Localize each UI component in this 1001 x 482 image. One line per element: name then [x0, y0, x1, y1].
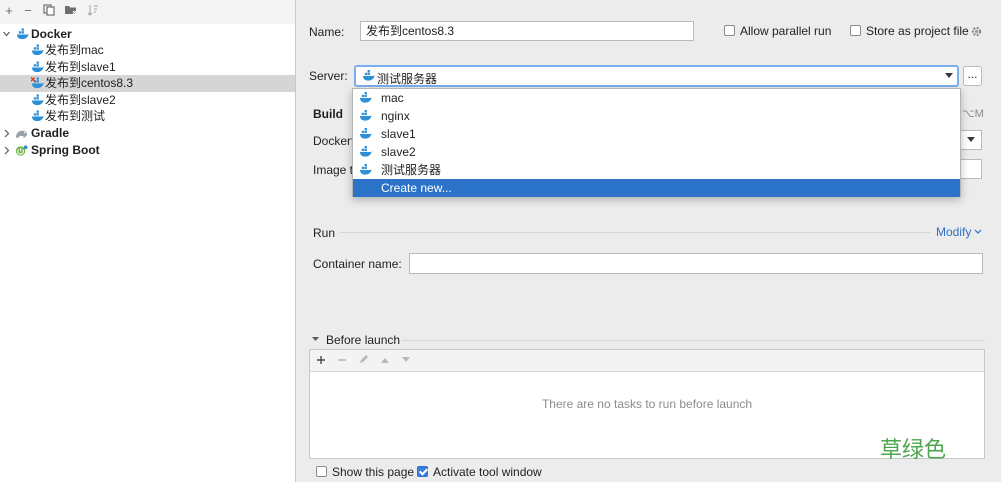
tree-item-publish-mac[interactable]: 发布到mac	[0, 42, 295, 59]
docker-icon	[359, 146, 372, 157]
move-down-icon[interactable]	[401, 356, 411, 364]
dropdown-item-label: 测试服务器	[381, 163, 442, 177]
tree-item-publish-test[interactable]: 发布到测试	[0, 108, 295, 125]
before-launch-toolbar	[310, 350, 984, 372]
docker-icon	[31, 110, 44, 122]
name-value: 发布到centos8.3	[366, 24, 455, 38]
copy-icon[interactable]	[42, 4, 56, 18]
dropdown-item-mac[interactable]: mac	[353, 89, 960, 107]
move-up-icon[interactable]	[380, 356, 390, 364]
add-icon[interactable]: +	[2, 4, 16, 18]
dropdown-item-label: mac	[381, 91, 404, 105]
dropdown-item-nginx[interactable]: nginx	[353, 107, 960, 125]
activate-window-label[interactable]: Activate tool window	[433, 465, 542, 479]
name-label: Name:	[309, 25, 345, 39]
server-combobox[interactable]: 测试服务器	[354, 65, 959, 87]
server-dropdown-list: mac nginx slave1 slave2 测试服务器 Create new…	[352, 88, 961, 197]
configurations-panel: + − Docker 发布到mac 发布到slave1 发布到centos8.3…	[0, 0, 296, 482]
dropdown-item-label: nginx	[381, 109, 410, 123]
docker-error-icon	[31, 77, 44, 89]
tree-label: Spring Boot	[31, 143, 100, 157]
docker-icon	[359, 92, 372, 103]
docker-icon	[31, 44, 44, 56]
collapse-arrow-icon[interactable]	[311, 335, 320, 343]
tree-label: Gradle	[31, 126, 70, 140]
chevron-down-icon[interactable]	[1, 26, 11, 43]
tree-item-publish-slave2[interactable]: 发布到slave2	[0, 92, 295, 109]
edit-icon[interactable]	[358, 354, 369, 365]
watermark-text: 草绿色	[880, 438, 947, 463]
before-launch-separator	[402, 340, 985, 341]
tree-label: 发布到测试	[45, 109, 106, 123]
server-browse-button[interactable]: ...	[963, 66, 982, 86]
tree-label: 发布到mac	[45, 43, 104, 57]
sort-icon[interactable]	[86, 4, 100, 18]
modify-shortcut: ⌥M	[962, 108, 984, 120]
tree-label: 发布到slave2	[45, 93, 116, 107]
store-project-label[interactable]: Store as project file	[866, 24, 969, 38]
no-tasks-message: There are no tasks to run before launch	[541, 397, 753, 411]
remove-icon[interactable]: −	[21, 4, 35, 18]
folder-icon[interactable]	[64, 4, 78, 18]
docker-icon	[359, 110, 372, 121]
dockerfile-dropdown-button[interactable]	[960, 130, 982, 150]
remove-icon[interactable]	[337, 355, 347, 365]
add-icon[interactable]	[316, 355, 326, 365]
build-section-title: Build	[313, 107, 343, 121]
show-page-checkbox[interactable]	[316, 466, 327, 477]
dropdown-item-slave1[interactable]: slave1	[353, 125, 960, 143]
docker-icon	[359, 128, 372, 139]
dropdown-item-label: slave2	[381, 145, 416, 159]
modify-link[interactable]: Modify	[936, 225, 971, 239]
server-label: Server:	[309, 69, 348, 83]
container-name-field[interactable]	[409, 253, 983, 274]
tree-label: Docker	[31, 27, 72, 41]
docker-icon	[16, 28, 29, 40]
tree-label: 发布到slave1	[45, 60, 116, 74]
tree-gradle-group[interactable]: Gradle	[0, 125, 295, 142]
dropdown-arrow-icon[interactable]	[945, 73, 953, 79]
store-project-checkbox[interactable]	[850, 25, 861, 36]
dropdown-item-slave2[interactable]: slave2	[353, 143, 960, 161]
dropdown-item-label: slave1	[381, 127, 416, 141]
name-field[interactable]: 发布到centos8.3	[360, 21, 694, 41]
docker-icon	[362, 70, 375, 81]
before-launch-panel: There are no tasks to run before launch …	[309, 349, 985, 463]
docker-icon	[31, 94, 44, 106]
allow-parallel-label[interactable]: Allow parallel run	[740, 24, 831, 38]
configurations-toolbar: + −	[0, 0, 295, 24]
allow-parallel-checkbox[interactable]	[724, 25, 735, 36]
tree-springboot-group[interactable]: Spring Boot	[0, 142, 295, 159]
run-section-title: Run	[313, 226, 336, 240]
server-value: 测试服务器	[377, 72, 438, 86]
gradle-icon	[15, 130, 28, 138]
activate-window-checkbox[interactable]	[417, 466, 428, 477]
dropdown-item-label: Create new...	[381, 181, 452, 195]
dots-label: ...	[967, 67, 978, 81]
chevron-right-icon[interactable]	[1, 125, 11, 142]
tree-item-publish-centos[interactable]: 发布到centos8.3	[0, 75, 295, 92]
image-tag-field[interactable]	[960, 159, 982, 179]
spring-boot-icon	[15, 145, 28, 156]
show-page-label[interactable]: Show this page	[332, 465, 414, 479]
dropdown-arrow-icon	[967, 137, 975, 142]
docker-icon	[31, 61, 44, 73]
run-separator	[340, 232, 930, 233]
dropdown-item-test-server[interactable]: 测试服务器	[353, 161, 960, 179]
chevron-right-icon[interactable]	[1, 142, 11, 159]
container-name-label: Container name:	[313, 257, 402, 271]
dropdown-item-create-new[interactable]: Create new...	[353, 179, 960, 197]
docker-icon	[359, 164, 372, 175]
tree-label: 发布到centos8.3	[45, 76, 134, 90]
before-launch-title[interactable]: Before launch	[326, 333, 400, 347]
tree-docker-group[interactable]: Docker	[0, 26, 295, 43]
gear-icon[interactable]	[970, 25, 983, 38]
chevron-down-icon[interactable]	[974, 229, 982, 235]
tree-item-publish-slave1[interactable]: 发布到slave1	[0, 59, 295, 76]
